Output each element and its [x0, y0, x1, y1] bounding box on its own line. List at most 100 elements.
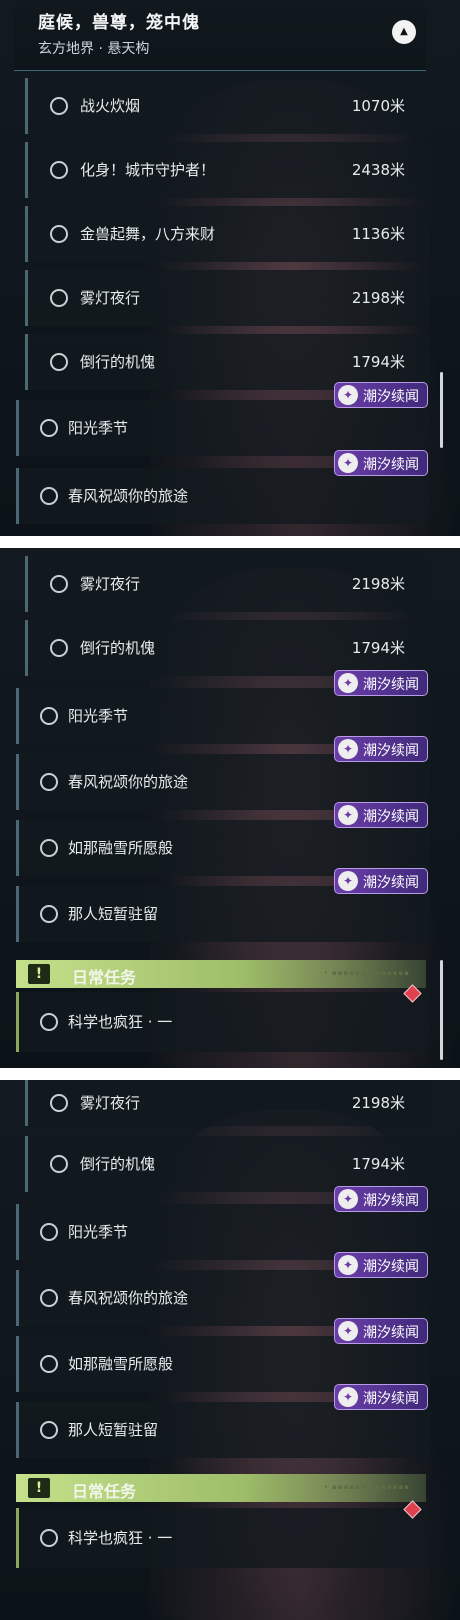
quest-distance: 1136米 [351, 225, 405, 243]
tide-icon: ✦ [338, 871, 358, 891]
quest-name: 阳光季节 [68, 707, 129, 725]
quest-name: 化身！城市守护者！ [80, 161, 216, 179]
region-header[interactable]: 庭候，兽尊，笼中傀 玄方地界 · 悬天构 ▲ [14, 0, 426, 71]
quest-name: 阳光季节 [68, 419, 129, 437]
quest-distance: 2438米 [351, 161, 405, 179]
event-badge: ✦ 潮汐续闻 [334, 1186, 428, 1212]
event-badge: ✦ 潮汐续闻 [334, 670, 428, 696]
tide-icon: ✦ [338, 739, 358, 759]
quest-name: 倒行的机傀 [80, 1155, 156, 1173]
daily-task-name: 科学也疯狂 · 一 [68, 1013, 173, 1031]
event-quest-row[interactable]: ✦ 潮汐续闻 那人短暂驻留 [16, 1384, 429, 1458]
divider [0, 1068, 460, 1080]
circle-icon [40, 1355, 58, 1373]
tide-icon: ✦ [338, 805, 358, 825]
tide-icon: ✦ [338, 453, 358, 473]
quest-row[interactable]: 战火炊烟 1070米 [25, 78, 429, 134]
circle-icon [40, 1529, 58, 1547]
tide-icon: ✦ [338, 673, 358, 693]
decorative-text: • ▪▪▪▪▪▪ ▪▪▪▪▪▪▪ [323, 1483, 410, 1491]
divider [0, 536, 460, 548]
event-badge: ✦ 潮汐续闻 [334, 1318, 428, 1344]
event-badge-label: 潮汐续闻 [363, 1259, 419, 1275]
circle-icon [40, 1421, 58, 1439]
circle-icon [40, 1223, 58, 1241]
event-quest-row[interactable]: ✦ 潮汐续闻 春风祝颂你的旅途 [16, 450, 429, 524]
circle-icon [50, 97, 68, 115]
event-badge: ✦ 潮汐续闻 [334, 1384, 428, 1410]
quest-panel-1: 庭候，兽尊，笼中傀 玄方地界 · 悬天构 ▲ 战火炊烟 1070米 化身！城市守… [0, 0, 460, 536]
quest-row[interactable]: 倒行的机傀 1794米 [25, 1136, 429, 1192]
quest-distance: 1794米 [351, 1155, 405, 1173]
tide-icon: ✦ [338, 385, 358, 405]
quest-name: 那人短暂驻留 [68, 905, 159, 923]
daily-tasks-header[interactable]: ! 日常任务 • ▪▪▪▪▪▪ ▪▪▪▪▪▪▪ [16, 960, 426, 988]
event-badge-label: 潮汐续闻 [363, 677, 419, 693]
quest-name: 春风祝颂你的旅途 [68, 773, 189, 791]
quest-row[interactable]: 雾灯夜行 2198米 [25, 556, 429, 612]
exclamation-icon: ! [28, 964, 50, 984]
region-subtitle: 玄方地界 · 悬天构 [38, 41, 150, 57]
region-title: 庭候，兽尊，笼中傀 [38, 13, 200, 33]
quest-row[interactable]: 倒行的机傀 1794米 [25, 620, 429, 676]
circle-icon [50, 639, 68, 657]
quest-name: 金兽起舞，八方来财 [80, 225, 216, 243]
event-badge-label: 潮汐续闻 [363, 1193, 419, 1209]
tide-icon: ✦ [338, 1387, 358, 1407]
quest-row[interactable]: 化身！城市守护者！ 2438米 [25, 142, 429, 198]
quest-name: 如那融雪所愿般 [68, 839, 174, 857]
event-quest-row[interactable]: ✦ 潮汐续闻 那人短暂驻留 [16, 868, 429, 942]
quest-panel-3: 雾灯夜行 2198米 倒行的机傀 1794米 ✦ 潮汐续闻 阳光季节 ✦ 潮汐续… [0, 1080, 460, 1620]
circle-icon [40, 1289, 58, 1307]
quest-distance: 1794米 [351, 353, 405, 371]
event-badge: ✦ 潮汐续闻 [334, 450, 428, 476]
quest-name: 如那融雪所愿般 [68, 1355, 174, 1373]
quest-name: 雾灯夜行 [80, 289, 141, 307]
circle-icon [50, 225, 68, 243]
event-badge-label: 潮汐续闻 [363, 875, 419, 891]
quest-name: 战火炊烟 [80, 97, 141, 115]
event-badge: ✦ 潮汐续闻 [334, 736, 428, 762]
quest-distance: 1070米 [351, 97, 405, 115]
tide-icon: ✦ [338, 1189, 358, 1209]
event-badge-label: 潮汐续闻 [363, 1325, 419, 1341]
event-badge: ✦ 潮汐续闻 [334, 382, 428, 408]
event-badge-label: 潮汐续闻 [363, 457, 419, 473]
quest-row[interactable]: 雾灯夜行 2198米 [25, 1080, 429, 1126]
quest-name: 倒行的机傀 [80, 639, 156, 657]
quest-name: 雾灯夜行 [80, 575, 141, 593]
circle-icon [40, 1013, 58, 1031]
circle-icon [50, 161, 68, 179]
circle-icon [40, 773, 58, 791]
scrollbar[interactable] [440, 372, 443, 448]
event-badge-label: 潮汐续闻 [363, 1391, 419, 1407]
quest-name: 雾灯夜行 [80, 1094, 141, 1112]
daily-task-row[interactable]: 科学也疯狂 · 一 [16, 1500, 429, 1568]
circle-icon [50, 289, 68, 307]
event-badge: ✦ 潮汐续闻 [334, 1252, 428, 1278]
circle-icon [40, 707, 58, 725]
circle-icon [50, 1155, 68, 1173]
circle-icon [50, 575, 68, 593]
event-quest-row[interactable]: ✦ 潮汐续闻 阳光季节 [16, 382, 429, 456]
exclamation-icon: ! [28, 1478, 50, 1498]
quest-distance: 2198米 [351, 575, 405, 593]
circle-icon [50, 1094, 68, 1112]
decorative-text: • ▪▪▪▪▪▪ ▪▪▪▪▪▪▪ [323, 969, 410, 977]
event-badge: ✦ 潮汐续闻 [334, 802, 428, 828]
daily-tasks-title: 日常任务 [72, 1482, 137, 1501]
event-badge-label: 潮汐续闻 [363, 389, 419, 405]
event-badge-label: 潮汐续闻 [363, 809, 419, 825]
daily-tasks-header[interactable]: ! 日常任务 • ▪▪▪▪▪▪ ▪▪▪▪▪▪▪ [16, 1474, 426, 1502]
circle-icon [40, 839, 58, 857]
daily-task-name: 科学也疯狂 · 一 [68, 1529, 173, 1547]
tide-icon: ✦ [338, 1255, 358, 1275]
scrollbar[interactable] [440, 960, 443, 1060]
tide-icon: ✦ [338, 1321, 358, 1341]
circle-icon [50, 353, 68, 371]
quest-row[interactable]: 金兽起舞，八方来财 1136米 [25, 206, 429, 262]
quest-distance: 2198米 [351, 289, 405, 307]
quest-row[interactable]: 雾灯夜行 2198米 [25, 270, 429, 326]
chevron-up-icon[interactable]: ▲ [392, 20, 416, 44]
daily-task-row[interactable]: 科学也疯狂 · 一 [16, 984, 429, 1052]
